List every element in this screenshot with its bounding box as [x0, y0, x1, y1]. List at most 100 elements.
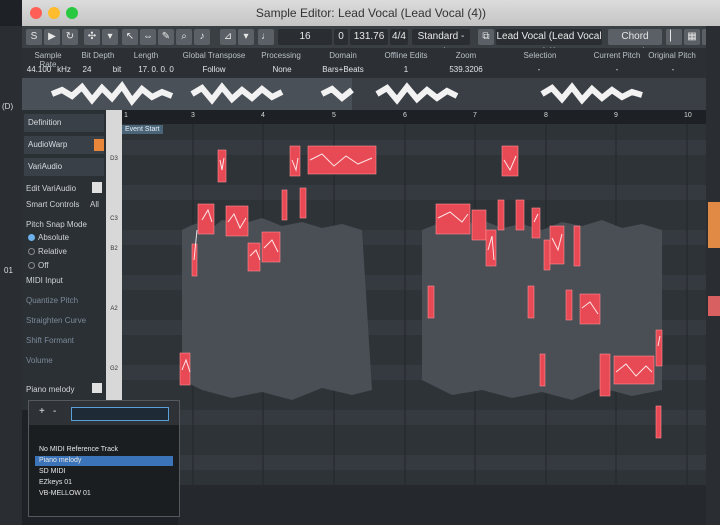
smart-controls-value[interactable]: All — [90, 200, 99, 209]
algorithm-select[interactable]: Standard - Solo — [412, 29, 470, 58]
info-header: Original Pitch — [648, 51, 696, 60]
pitch-editor[interactable]: 1 3 4 5 6 7 8 9 10 Event Start — [122, 110, 706, 485]
track-select[interactable]: Lead Vocal (Lead Vocal (4)) — [496, 29, 602, 58]
info-value: kHz — [57, 65, 71, 74]
shift-formant-label[interactable]: Shift Formant — [26, 336, 74, 345]
track-color-red — [708, 296, 720, 316]
info-value: - — [615, 65, 619, 74]
piano-keyboard[interactable]: D3 C3 B2 A2 G2 — [106, 110, 122, 410]
info-header: Bit Depth — [81, 51, 115, 60]
popup-header: + - — [29, 401, 179, 425]
menu-item[interactable]: EZkeys 01 — [35, 478, 173, 488]
radio-relative[interactable] — [28, 248, 35, 255]
info-value: - — [671, 65, 675, 74]
track-color-orange — [708, 202, 720, 248]
info-header: Zoom — [455, 51, 477, 60]
straighten-curve-label[interactable]: Straighten Curve — [26, 316, 86, 325]
midi-input-label[interactable]: MIDI Input — [26, 276, 63, 285]
note-icon[interactable]: ♩ — [258, 29, 274, 45]
loop-icon[interactable]: ↻ — [62, 29, 78, 45]
snap-option-relative[interactable]: Relative — [38, 247, 67, 256]
bottom-panel — [178, 485, 706, 525]
key-label: A2 — [110, 306, 118, 312]
radio-absolute[interactable] — [28, 234, 35, 241]
radio-off[interactable] — [28, 262, 35, 269]
info-value: bit — [112, 65, 122, 74]
info-value[interactable]: 1 — [396, 65, 416, 74]
section-variaudio[interactable]: VariAudio — [24, 158, 104, 176]
tempo-field[interactable]: 131.76 — [350, 29, 388, 45]
info-header: Domain — [329, 51, 357, 60]
snap-icon[interactable]: ⊿ — [220, 29, 236, 45]
info-value[interactable]: 24 — [80, 65, 94, 74]
snap-option-absolute[interactable]: Absolute — [38, 233, 69, 242]
info-header: Offline Edits — [384, 51, 428, 60]
layout-left-icon[interactable]: ▏ — [666, 29, 682, 45]
info-value[interactable]: 44.100 — [24, 65, 54, 74]
key-label: D3 — [110, 156, 118, 162]
menu-item[interactable]: VB-MELLOW 01 — [35, 489, 173, 499]
volume-label[interactable]: Volume — [26, 356, 53, 365]
section-label: VariAudio — [28, 162, 63, 171]
solo-icon[interactable]: S — [26, 29, 42, 45]
layout-grid-icon[interactable]: ▦ — [684, 29, 700, 45]
left-project-strip: (D) 01 — [0, 26, 22, 525]
info-value[interactable]: 17. 0. 0. 0 — [134, 65, 178, 74]
right-strip — [706, 26, 720, 525]
window-title: Sample Editor: Lead Vocal (Lead Vocal (4… — [255, 6, 487, 20]
pitch-segments-svg[interactable] — [122, 110, 706, 485]
section-audiowarp[interactable]: AudioWarp — [24, 136, 104, 154]
draw-icon[interactable]: ✎ — [158, 29, 174, 45]
add-icon[interactable]: + — [39, 406, 45, 417]
piano-melody-checkbox[interactable] — [92, 383, 102, 393]
popup-search-input[interactable] — [71, 407, 169, 421]
quantize-pitch-label[interactable]: Quantize Pitch — [26, 296, 78, 305]
info-header: Length — [133, 51, 159, 60]
toolbar: S ▶ ↻ ✣ ▾ ↖ ⇔ ✎ ⌕ ♪ ⊿ ▾ ♩ 16 0 131.76 4/… — [22, 26, 720, 58]
edit-variaudio-button[interactable] — [92, 182, 102, 193]
info-value[interactable]: 539.3206 — [446, 65, 486, 74]
remove-icon[interactable]: - — [53, 406, 56, 417]
tools-icon[interactable]: ✣ — [84, 29, 100, 45]
chord-track-button[interactable]: Chord Track — [608, 29, 662, 58]
link-icon[interactable]: ⧉ — [478, 29, 494, 45]
snap-option-off[interactable]: Off — [38, 261, 49, 270]
info-header: Current Pitch — [593, 51, 641, 60]
listen-icon[interactable]: ▶ — [44, 29, 60, 45]
key-label: C3 — [110, 216, 118, 222]
info-value[interactable]: Bars+Beats — [320, 65, 366, 74]
smart-controls-label: Smart Controls — [26, 200, 80, 209]
chevron-down-icon[interactable]: ▾ — [102, 29, 118, 45]
info-value[interactable]: Follow — [194, 65, 234, 74]
range-icon[interactable]: ⇔ — [140, 29, 156, 45]
edit-variaudio-label[interactable]: Edit VariAudio — [26, 184, 76, 193]
window-title-bar: Sample Editor: Lead Vocal (Lead Vocal (4… — [22, 0, 720, 27]
overview-waveform[interactable] — [22, 78, 706, 110]
offset-value-field[interactable]: 0 — [334, 29, 348, 45]
select-icon[interactable]: ↖ — [122, 29, 138, 45]
info-line: Sample Rate Bit Depth Length Global Tran… — [22, 48, 720, 79]
info-header: Processing — [261, 51, 301, 60]
pitch-snap-mode-label: Pitch Snap Mode — [26, 220, 87, 229]
zoom-icon[interactable]: ⌕ — [176, 29, 192, 45]
left-strip-label: 01 — [4, 266, 13, 275]
signature-field[interactable]: 4/4 — [390, 29, 408, 45]
key-label: G2 — [109, 366, 118, 372]
chevron-down-icon[interactable]: ▾ — [238, 29, 254, 45]
key-label: B2 — [110, 246, 118, 252]
scrub-icon[interactable]: ♪ — [194, 29, 210, 45]
info-header: Global Transpose — [182, 51, 246, 60]
piano-melody-label[interactable]: Piano melody — [26, 385, 74, 394]
overview-wave-svg — [50, 80, 643, 107]
info-value: - — [537, 65, 541, 74]
menu-item-selected[interactable]: Piano melody — [35, 456, 173, 466]
info-value[interactable]: None — [262, 65, 302, 74]
left-strip-label: (D) — [2, 102, 14, 111]
section-definition[interactable]: Definition — [24, 114, 104, 132]
pitch-segment — [197, 203, 215, 235]
midi-reference-track-popup: + - No MIDI Reference Track Piano melody… — [28, 400, 180, 517]
audiowarp-toggle[interactable] — [94, 139, 104, 151]
menu-item[interactable]: SD MIDI — [35, 467, 173, 477]
menu-item[interactable]: No MIDI Reference Track — [35, 445, 173, 455]
quantize-value-field[interactable]: 16 — [278, 29, 332, 45]
